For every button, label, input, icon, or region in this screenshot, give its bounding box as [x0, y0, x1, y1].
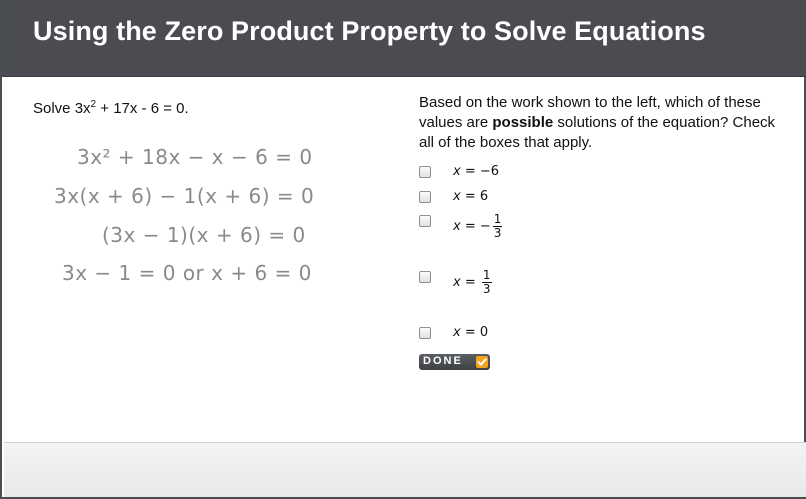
option-5-value: 0	[479, 325, 489, 340]
option-2-var: x	[453, 189, 461, 204]
option-2-checkbox[interactable]	[419, 191, 431, 203]
option-4-denominator: 3	[481, 282, 492, 296]
problem-statement: Solve 3x2 + 17x - 6 = 0.	[33, 99, 189, 117]
option-1-var: x	[453, 164, 461, 179]
option-5-eq: =	[460, 325, 480, 340]
option-4-checkbox[interactable]	[419, 271, 431, 283]
work-step-2: 3x(x + 6) − 1(x + 6) = 0	[54, 184, 315, 208]
option-5-var: x	[453, 325, 461, 340]
option-1-value: −6	[479, 164, 500, 179]
footer-bar	[4, 442, 806, 497]
work-step-4: 3x − 1 = 0 or x + 6 = 0	[62, 261, 312, 285]
work-step-1: 3x² + 18x − x − 6 = 0	[77, 145, 313, 169]
option-3-numerator: 1	[493, 212, 502, 226]
option-2-value: 6	[479, 189, 489, 204]
option-4-eq: =	[460, 275, 480, 290]
done-button-label: DONE	[423, 355, 463, 367]
option-3-label: x = −1 3	[453, 212, 503, 240]
option-4-var: x	[453, 275, 461, 290]
lesson-frame: Using the Zero Product Property to Solve…	[0, 0, 806, 499]
option-2-label: x = 6	[453, 189, 488, 204]
problem-prefix: Solve 3	[33, 100, 84, 117]
option-4-numerator: 1	[482, 268, 491, 282]
problem-middle: + 17	[96, 100, 130, 117]
check-icon	[476, 356, 488, 368]
option-3-eq: =	[460, 219, 480, 234]
option-3-var: x	[453, 219, 461, 234]
option-4-fraction: 13	[481, 268, 492, 296]
done-button[interactable]: DONE	[419, 354, 490, 370]
option-4-label: x = 13	[453, 269, 492, 296]
option-3-denominator: 3	[492, 226, 503, 240]
option-3-checkbox[interactable]	[419, 215, 431, 227]
option-5-checkbox[interactable]	[419, 327, 431, 339]
option-1-checkbox[interactable]	[419, 166, 431, 178]
option-3-fraction: 13	[492, 212, 503, 240]
question-text: Based on the work shown to the left, whi…	[419, 93, 779, 153]
option-5-label: x = 0	[453, 325, 488, 340]
work-step-3: (3x − 1)(x + 6) = 0	[102, 223, 306, 247]
problem-suffix: - 6 = 0.	[137, 100, 189, 117]
option-2-eq: =	[460, 189, 480, 204]
option-1-eq: =	[460, 164, 480, 179]
problem-var-1: x	[83, 100, 91, 117]
question-emphasis: possible	[492, 114, 554, 131]
option-3-sign: −	[479, 219, 491, 234]
page-title: Using the Zero Product Property to Solve…	[33, 16, 706, 46]
header-bar: Using the Zero Product Property to Solve…	[2, 0, 806, 77]
option-1-label: x = −6	[453, 164, 499, 179]
